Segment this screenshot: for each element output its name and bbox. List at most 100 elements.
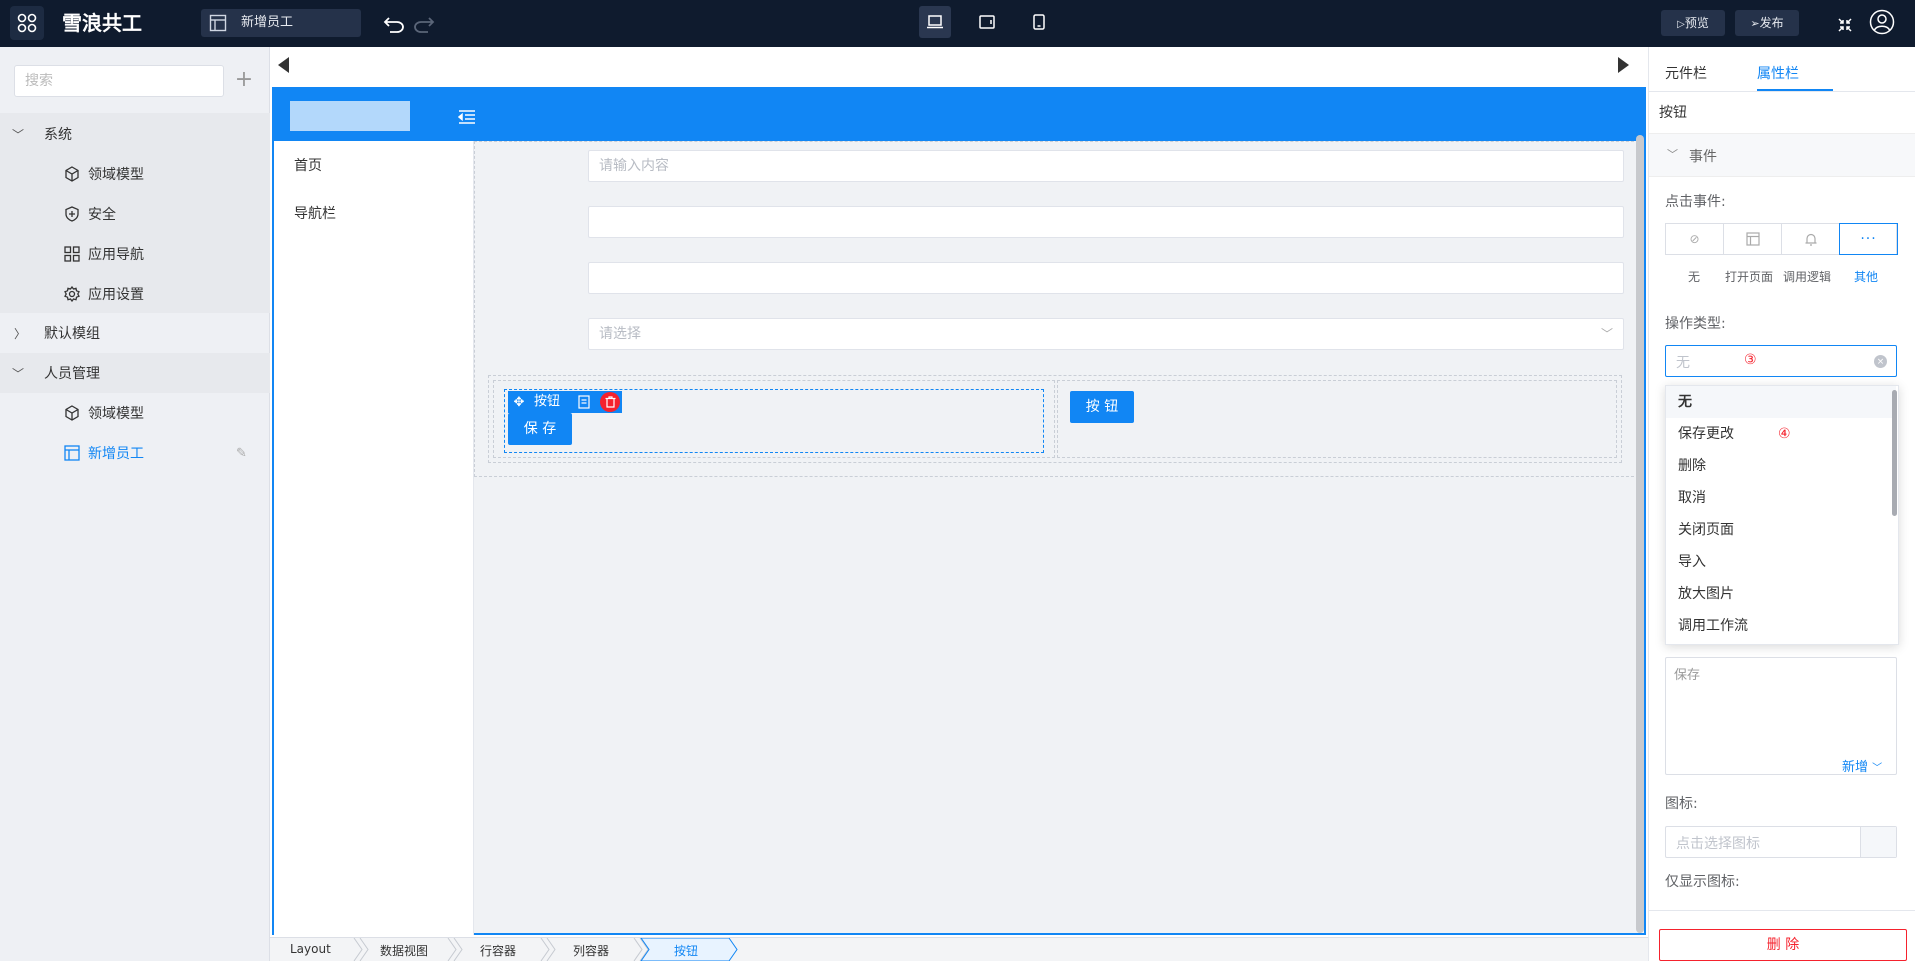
dropdown-scrollbar[interactable] bbox=[1892, 390, 1897, 516]
tree-group-label-default[interactable]: 〉 默认模组 bbox=[0, 313, 270, 353]
property-panel: 元件栏 属性栏 按钮 ﹀ 事件 点击事件: ⊘ ··· 无 打开页面 调用逻辑 … bbox=[1648, 47, 1915, 961]
tree-label: 应用设置 bbox=[88, 287, 144, 303]
send-icon: ➢ bbox=[1750, 17, 1760, 30]
tree-item-domain-model[interactable]: 领域模型 bbox=[0, 154, 270, 194]
tree-group-label-people[interactable]: ﹀ 人员管理 bbox=[0, 353, 270, 393]
tab-bar-divider bbox=[1649, 91, 1915, 92]
event-label-other: 其他 bbox=[1854, 270, 1879, 284]
crumb-data-view[interactable]: 数据视图 bbox=[380, 942, 428, 959]
cube-icon bbox=[64, 166, 80, 182]
page-layout-icon bbox=[209, 14, 227, 32]
mobile-view-icon[interactable] bbox=[1023, 6, 1055, 38]
crumb-row-container[interactable]: 行容器 bbox=[480, 942, 516, 959]
tree-item-new-employee[interactable]: 新增员工 ✎ bbox=[0, 433, 270, 473]
button-2[interactable]: 按 钮 bbox=[1070, 391, 1134, 423]
icon-picker-addon[interactable] bbox=[1860, 827, 1896, 857]
dept-select-value: 请选择 bbox=[599, 326, 641, 342]
shield-icon bbox=[64, 206, 80, 222]
op-type-value: 无 bbox=[1676, 355, 1690, 371]
dept-select[interactable]: 请选择 ﹀ bbox=[588, 318, 1624, 350]
chevron-right-icon: 〉 bbox=[14, 326, 27, 341]
button-text-area[interactable]: 保存 新增 ﹀ bbox=[1665, 657, 1897, 775]
dropdown-option-delete[interactable]: 删除 bbox=[1666, 450, 1896, 482]
preview-button[interactable]: ▷预览 bbox=[1661, 10, 1725, 36]
nav-item-home[interactable]: 首页 bbox=[294, 155, 322, 175]
page-layout-icon bbox=[1745, 232, 1760, 246]
tab-properties[interactable]: 属性栏 bbox=[1757, 63, 1799, 83]
page-layout-icon bbox=[64, 445, 80, 461]
gear-icon bbox=[64, 286, 80, 302]
edit-icon[interactable]: ✎ bbox=[236, 446, 247, 461]
scroll-left-arrow-icon[interactable] bbox=[278, 57, 289, 73]
chevron-down-icon: ﹀ bbox=[1872, 763, 1883, 774]
desktop-view-icon[interactable] bbox=[919, 6, 951, 38]
collapse-icon[interactable] bbox=[1836, 16, 1854, 34]
section-header[interactable]: ﹀ 事件 bbox=[1649, 133, 1915, 177]
nav-item-navbar[interactable]: 导航栏 bbox=[294, 203, 336, 223]
scroll-right-arrow-icon[interactable] bbox=[1618, 57, 1629, 73]
apps-grid-icon[interactable] bbox=[10, 6, 44, 40]
click-event-label: 点击事件: bbox=[1665, 194, 1726, 210]
page-selector-label: 新增员工 bbox=[241, 15, 294, 30]
tablet-view-icon[interactable] bbox=[971, 6, 1003, 38]
delete-component-button[interactable]: 删 除 bbox=[1659, 929, 1907, 961]
counter1-input[interactable] bbox=[588, 206, 1624, 238]
counter2-input[interactable] bbox=[588, 262, 1624, 294]
tree-item-app-nav[interactable]: 应用导航 bbox=[0, 234, 270, 274]
dropdown-option-none[interactable]: 无 bbox=[1666, 386, 1896, 418]
search-input[interactable]: 搜索 bbox=[14, 65, 224, 97]
dropdown-option-zoom-image[interactable]: 放大图片 bbox=[1666, 578, 1896, 610]
grid-icon bbox=[64, 246, 80, 262]
op-type-label: 操作类型: bbox=[1665, 316, 1726, 332]
user-avatar-icon[interactable] bbox=[1868, 8, 1896, 36]
tree-label: 系统 bbox=[44, 127, 72, 143]
publish-button[interactable]: ➢发布 bbox=[1735, 10, 1799, 36]
tree-item-app-settings[interactable]: 应用设置 bbox=[0, 274, 270, 314]
app-header-bar bbox=[274, 89, 1644, 141]
annotation-marker-4: ④ bbox=[1778, 426, 1791, 442]
app-title: 雪浪共工 bbox=[62, 11, 142, 35]
menu-fold-icon[interactable] bbox=[457, 109, 476, 125]
crumb-column-container[interactable]: 列容器 bbox=[573, 942, 609, 959]
event-option-logic[interactable] bbox=[1782, 224, 1840, 254]
name-input[interactable]: 请输入内容 bbox=[588, 150, 1624, 182]
trash-icon[interactable] bbox=[600, 392, 620, 412]
dropdown-option-cancel[interactable]: 取消 bbox=[1666, 482, 1896, 514]
tree-label: 应用导航 bbox=[88, 247, 144, 263]
undo-icon[interactable] bbox=[382, 12, 406, 36]
event-label-open-page: 打开页面 bbox=[1725, 270, 1774, 284]
icon-picker-input[interactable]: 点击选择图标 bbox=[1665, 826, 1897, 858]
add-link[interactable]: 新增 ﹀ bbox=[1842, 756, 1882, 775]
event-options: ⊘ ··· bbox=[1665, 223, 1898, 255]
add-icon[interactable]: + bbox=[232, 67, 256, 92]
canvas-scrollbar[interactable] bbox=[1636, 135, 1644, 933]
chevron-down-icon: ﹀ bbox=[1600, 327, 1613, 341]
redo-icon[interactable] bbox=[412, 12, 436, 36]
tree-label: 默认模组 bbox=[44, 326, 100, 342]
tree-item-security[interactable]: 安全 bbox=[0, 194, 270, 234]
op-type-select[interactable]: 无 ③ × bbox=[1665, 345, 1897, 377]
event-option-none[interactable]: ⊘ bbox=[1666, 224, 1724, 254]
crumb-button[interactable]: 按钮 bbox=[674, 942, 698, 959]
cube-icon bbox=[64, 405, 80, 421]
tree-group-label-system[interactable]: ﹀ 系统 bbox=[0, 114, 270, 154]
tree-label: 领域模型 bbox=[88, 406, 144, 422]
event-option-other[interactable]: ··· bbox=[1839, 223, 1898, 255]
sidebar: 搜索 + ﹀ 系统 领域模型 安全 应用导航 应用设置 〉 默认模组 ﹀ 人员管… bbox=[0, 47, 270, 961]
page-selector[interactable]: 新增员工 bbox=[201, 9, 361, 37]
tree-item-domain-model-2[interactable]: 领域模型 bbox=[0, 393, 270, 433]
icon-only-label: 仅显示图标: bbox=[1665, 874, 1740, 890]
move-icon[interactable]: ✥ bbox=[511, 394, 527, 410]
column-container-1: ✥ 按钮 保 存 bbox=[493, 380, 1055, 458]
save-button[interactable]: 保 存 bbox=[508, 413, 572, 445]
dropdown-option-close-page[interactable]: 关闭页面 bbox=[1666, 514, 1896, 546]
clear-icon[interactable]: × bbox=[1874, 355, 1887, 368]
crumb-layout[interactable]: Layout bbox=[290, 942, 331, 956]
dropdown-option-import[interactable]: 导入 bbox=[1666, 546, 1896, 578]
tab-components[interactable]: 元件栏 bbox=[1665, 63, 1707, 83]
dropdown-option-workflow[interactable]: 调用工作流 bbox=[1666, 610, 1896, 642]
event-option-open-page[interactable] bbox=[1724, 224, 1782, 254]
copy-icon[interactable] bbox=[576, 394, 592, 410]
section-title: 事件 bbox=[1689, 149, 1717, 165]
column-container-2: 按 钮 bbox=[1057, 380, 1617, 458]
